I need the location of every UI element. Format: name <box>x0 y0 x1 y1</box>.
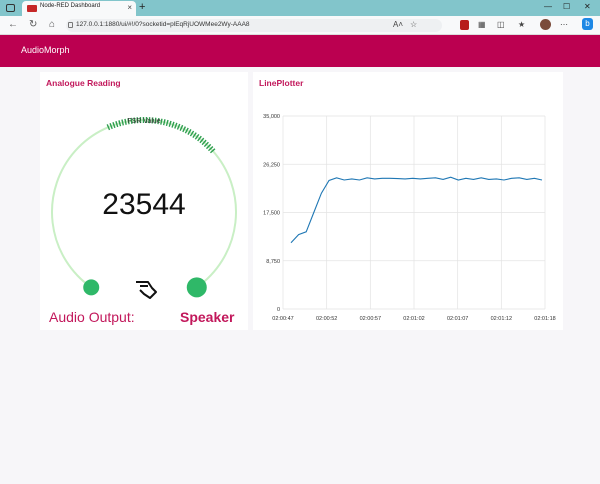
x-tick-label: 02:00:52 <box>316 316 337 322</box>
back-arrow-icon[interactable]: ← <box>8 19 18 31</box>
url-text: 127.0.0.1:1880/ui/#!/0?socketid=plEqRjUO… <box>76 21 250 28</box>
browser-tab-strip: Node-RED Dashboard × + — ☐ ✕ <box>0 0 600 16</box>
x-tick-label: 02:01:12 <box>491 316 512 322</box>
series-line <box>290 176 543 244</box>
site-info-icon[interactable] <box>68 22 73 28</box>
x-tick-label: 02:01:18 <box>534 316 555 322</box>
extension-puzzle-icon[interactable]: ▦ <box>478 19 486 31</box>
left-knob <box>83 279 100 296</box>
dashboard-header: AudioMorph <box>0 35 600 67</box>
new-tab-button[interactable]: + <box>139 1 145 14</box>
address-bar[interactable]: 127.0.0.1:1880/ui/#!/0?socketid=plEqRjUO… <box>66 19 442 32</box>
menu-dots-icon[interactable]: ⋯ <box>560 19 568 31</box>
split-screen-icon[interactable]: ◫ <box>497 19 505 31</box>
audio-output-label: Audio Output: <box>49 309 135 325</box>
minimize-button[interactable]: — <box>544 2 552 12</box>
profile-avatar[interactable] <box>540 19 551 30</box>
window-menu-icon[interactable] <box>6 4 15 12</box>
dashboard-title: AudioMorph <box>21 45 70 55</box>
close-window-button[interactable]: ✕ <box>584 2 591 12</box>
node-red-favicon-icon <box>27 5 37 12</box>
refresh-icon[interactable]: ↻ <box>29 19 37 31</box>
y-tick-label: 17,500 <box>263 211 280 217</box>
bing-icon[interactable]: b <box>582 18 593 30</box>
gauge-label: FSR Value <box>127 118 161 125</box>
audio-output-value: Speaker <box>180 309 235 325</box>
right-knob <box>186 277 207 298</box>
home-icon[interactable]: ⌂ <box>49 19 55 31</box>
y-tick-label: 26,250 <box>263 162 280 168</box>
browser-toolbar: ← ↻ ⌂ 127.0.0.1:1880/ui/#!/0?socketid=pl… <box>0 16 600 35</box>
x-tick-label: 02:00:47 <box>272 316 293 322</box>
read-aloud-icon[interactable]: A˄ <box>393 19 403 31</box>
fsr-hand-icon <box>136 281 157 299</box>
maximize-button[interactable]: ☐ <box>563 2 570 12</box>
favorites-icon[interactable]: ★ <box>518 19 525 31</box>
x-tick-label: 02:01:07 <box>447 316 468 322</box>
x-tick-label: 02:00:57 <box>360 316 381 322</box>
analogue-reading-card: Analogue Reading FSR Value 23544 Audio O… <box>40 72 248 330</box>
lineplotter-card: LinePlotter 35,000 26,250 17,500 8,750 0 02:0… <box>253 72 563 330</box>
browser-tab[interactable]: Node-RED Dashboard × <box>22 1 136 16</box>
favorite-star-icon[interactable]: ☆ <box>410 19 417 31</box>
y-tick-label: 35,000 <box>263 114 280 120</box>
tab-title: Node-RED Dashboard <box>40 3 101 9</box>
y-tick-label: 0 <box>277 307 280 313</box>
extension-shield-icon[interactable] <box>460 20 469 30</box>
gauge-value: 23544 <box>102 188 186 221</box>
line-chart: 35,000 26,250 17,500 8,750 0 02:00:47 02:00:52… <box>263 114 556 322</box>
x-tick-label: 02:01:02 <box>403 316 424 322</box>
tab-close-icon[interactable]: × <box>127 3 132 13</box>
y-tick-label: 8,750 <box>266 259 280 265</box>
